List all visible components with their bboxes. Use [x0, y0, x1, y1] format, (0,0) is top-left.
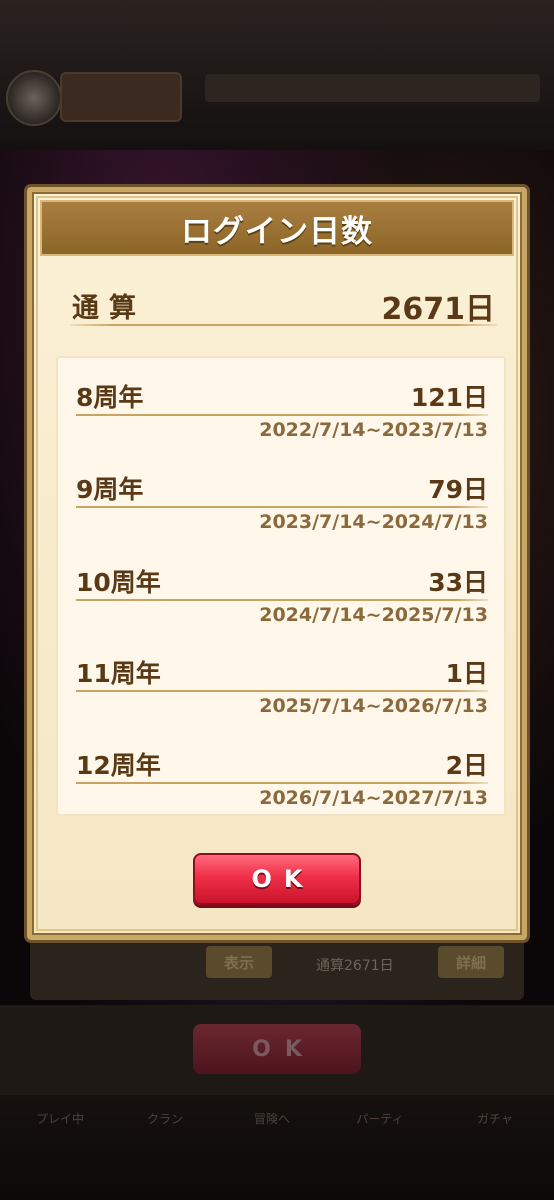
background-event-badge: [60, 72, 182, 122]
anniversary-label: 8周年: [76, 383, 144, 412]
total-divider: [70, 324, 497, 326]
anniversary-row: 10周年 33日 2024/7/14~2025/7/13: [76, 563, 488, 638]
anniversary-days: 2日: [445, 751, 488, 780]
anniversary-row: 11周年 1日 2025/7/14~2026/7/13: [76, 654, 488, 729]
background-show-button: 表示: [206, 946, 272, 978]
anniversary-date-range: 2024/7/14~2025/7/13: [259, 604, 488, 626]
anniversary-label: 10周年: [76, 568, 161, 597]
background-ok-button: OK: [193, 1024, 361, 1074]
total-login-value: 2671日: [381, 292, 496, 327]
dialog-header: ログイン日数: [40, 200, 514, 256]
anniversary-days: 33日: [428, 568, 488, 597]
anniversary-date-range: 2025/7/14~2026/7/13: [259, 695, 488, 717]
anniversary-divider: [76, 690, 488, 692]
anniversary-divider: [76, 782, 488, 784]
total-login-label: 通算: [72, 293, 146, 324]
anniversary-date-range: 2026/7/14~2027/7/13: [259, 787, 488, 809]
anniversary-label: 11周年: [76, 659, 161, 688]
ok-button[interactable]: OK: [193, 853, 361, 905]
background-avatar: [6, 70, 62, 126]
dialog-title: ログイン日数: [181, 213, 373, 250]
anniversary-label: 9周年: [76, 475, 144, 504]
anniversary-divider: [76, 599, 488, 601]
background-nav-item: クラン: [146, 1112, 183, 1126]
ok-button-label: OK: [251, 865, 315, 893]
anniversary-row: 12周年 2日 2026/7/14~2027/7/13: [76, 746, 488, 821]
anniversary-days: 1日: [445, 659, 488, 688]
background-detail-button: 詳細: [438, 946, 504, 978]
anniversary-list: 8周年 121日 2022/7/14~2023/7/13 9周年 79日 202…: [56, 356, 506, 816]
anniversary-divider: [76, 506, 488, 508]
anniversary-row: 8周年 121日 2022/7/14~2023/7/13: [76, 378, 488, 453]
anniversary-row: 9周年 79日 2023/7/14~2024/7/13: [76, 470, 488, 545]
anniversary-date-range: 2022/7/14~2023/7/13: [259, 419, 488, 441]
total-login-row: 通算 2671日: [70, 282, 496, 327]
background-nav-item: 冒険へ: [253, 1112, 290, 1126]
background-nav-item: ガチャ: [477, 1112, 513, 1126]
background-nav-item: プレイ中: [35, 1112, 84, 1126]
background-stat-bar: [205, 74, 540, 102]
anniversary-days: 79日: [428, 475, 488, 504]
background-nav-item: パーティ: [356, 1112, 404, 1126]
background-login-total: 通算2671日: [316, 958, 394, 974]
anniversary-label: 12周年: [76, 751, 161, 780]
anniversary-divider: [76, 414, 488, 416]
login-days-dialog: ログイン日数 通算 2671日 8周年 121日 2022/7/14~2023/…: [27, 187, 527, 940]
anniversary-days: 121日: [410, 383, 488, 412]
anniversary-date-range: 2023/7/14~2024/7/13: [259, 511, 488, 533]
